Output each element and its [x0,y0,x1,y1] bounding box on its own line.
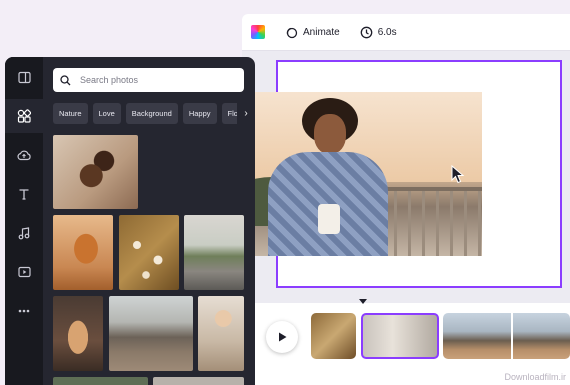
rail-item-layout[interactable] [5,60,43,94]
timeline-clip[interactable] [311,313,356,359]
elements-icon [17,109,31,123]
photos-panel: Nature Love Background Happy Flowers › [5,57,255,385]
upload-icon [17,150,31,160]
animate-button[interactable]: Animate [285,26,340,39]
play-button[interactable] [266,321,298,353]
video-icon [17,266,31,278]
search-icon [60,74,71,85]
search-input[interactable] [78,74,232,86]
chip-background[interactable]: Background [125,103,178,124]
side-rail [5,57,43,385]
editor-toolbar: Animate 6.0s [242,14,570,51]
photo-thumbnail[interactable] [198,296,244,371]
chip-nature[interactable]: Nature [53,103,88,124]
timeline-clip[interactable] [443,313,570,359]
chip-love[interactable]: Love [92,103,121,124]
layout-icon [17,71,31,83]
rail-item-text[interactable] [5,177,43,211]
animate-icon [286,27,298,38]
clock-icon [360,26,373,38]
photo-thumbnail[interactable] [119,215,179,290]
rail-item-more[interactable] [5,294,43,328]
search-bar [53,68,244,92]
play-icon [279,332,287,342]
rail-item-music[interactable] [5,216,43,250]
duration-button[interactable]: 6.0s [360,26,397,39]
photo-thumbnail[interactable] [53,377,148,385]
canvas-photo-woman-headphones[interactable] [232,92,482,256]
timeline-clip-selected[interactable] [361,313,439,359]
clip-divider [511,313,513,359]
duration-label: 6.0s [377,26,397,38]
photo-thumbnail[interactable] [53,215,113,290]
photo-thumbnail[interactable] [109,296,193,371]
color-picker-icon[interactable] [251,25,265,39]
more-icon [18,309,30,313]
filter-chips: Nature Love Background Happy Flowers [53,103,255,124]
photo-cup [318,204,340,234]
playhead-marker[interactable] [359,299,367,304]
rail-item-upload[interactable] [5,138,43,172]
music-icon [18,226,30,239]
mouse-cursor-icon [451,165,465,184]
watermark: Downloadfilm.ir [504,372,566,382]
photo-thumbnail[interactable] [53,135,138,209]
chip-happy[interactable]: Happy [182,103,217,124]
photo-thumbnail[interactable] [53,296,103,371]
rail-item-elements[interactable] [5,99,43,133]
photo-face [314,114,346,154]
chevron-right-icon[interactable]: › [237,103,255,124]
text-icon [19,189,29,200]
rail-item-video[interactable] [5,255,43,289]
animate-label: Animate [303,26,340,38]
photo-thumbnail[interactable] [184,215,244,290]
photo-thumbnail[interactable] [153,377,244,385]
